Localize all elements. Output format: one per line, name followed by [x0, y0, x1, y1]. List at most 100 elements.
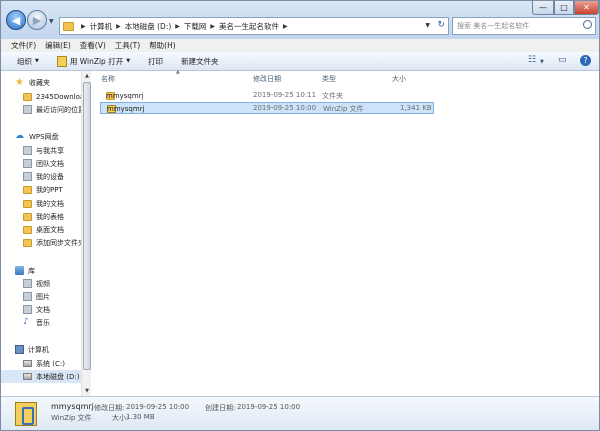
menu-tools[interactable]: 工具(T)	[115, 40, 140, 51]
navigation-scrollbar[interactable]: ▲ ▼	[81, 71, 91, 396]
preview-pane-icon[interactable]: ▭	[558, 55, 567, 65]
details-size-value: 1.30 MB	[126, 413, 155, 421]
details-modified-value: 2019-09-25 10:00	[126, 403, 190, 411]
sidebar-item-label: 系统 (C:)	[36, 359, 65, 368]
refresh-icon[interactable]: ↻	[437, 20, 445, 30]
folder-icon	[23, 212, 32, 221]
sidebar-item-my-ppt[interactable]: 我的PPT	[23, 183, 63, 196]
sidebar-item-documents[interactable]: 文档	[23, 303, 50, 316]
address-bar[interactable]: ▶ 计算机 ▶ 本地磁盘 (D:) ▶ 下载网 ▶ 美名一生起名软件 ▶ ▼ ↻	[59, 17, 449, 35]
breadcrumb-separator-icon[interactable]: ▶	[116, 23, 121, 30]
breadcrumb-computer[interactable]: 计算机	[90, 21, 113, 32]
team-icon	[23, 159, 32, 168]
breadcrumb-separator-icon[interactable]: ▶	[283, 23, 288, 30]
sidebar-item-my-documents[interactable]: 我的文档	[23, 197, 64, 210]
column-date-modified[interactable]: 修改日期	[253, 74, 281, 84]
sidebar-item-label: 最近访问的位置	[36, 105, 85, 114]
column-type[interactable]: 类型	[322, 74, 336, 84]
file-type: WinZip 文件	[323, 105, 364, 113]
column-size[interactable]: 大小	[392, 74, 406, 84]
help-icon[interactable]: ?	[580, 55, 591, 66]
back-arrow-icon: ◀	[11, 13, 21, 27]
file-row-selected[interactable]: mmysqmrj 2019-09-25 10:00 WinZip 文件 1,34…	[100, 102, 434, 114]
minimize-button[interactable]: —	[532, 1, 554, 15]
menu-edit[interactable]: 编辑(E)	[45, 40, 71, 51]
sidebar-item-favorites[interactable]: ★ 收藏夹	[15, 76, 50, 89]
column-headers: ▲ 名称 修改日期 类型 大小	[92, 69, 599, 85]
breadcrumb-separator-icon[interactable]: ▶	[81, 23, 86, 30]
sidebar-item-label: 视频	[36, 279, 50, 288]
view-options-icon[interactable]: ☷	[528, 55, 536, 65]
drive-icon	[23, 360, 32, 367]
scroll-down-icon[interactable]: ▼	[82, 386, 92, 396]
sidebar-item-label: 与我共享	[36, 146, 64, 155]
explorer-window: ◀ ▶ ▼ ▶ 计算机 ▶ 本地磁盘 (D:) ▶ 下载网 ▶ 美名一生起名软件 ▶ ▼…	[0, 0, 600, 431]
sidebar-item-pictures[interactable]: 图片	[23, 290, 50, 303]
sidebar-item-drive-c[interactable]: 系统 (C:)	[23, 357, 65, 370]
file-row[interactable]: mmysqmrj 2019-09-25 10:11 文件夹	[100, 90, 434, 102]
details-file-type: WinZip 文件	[51, 414, 92, 422]
back-button[interactable]: ◀	[6, 10, 26, 30]
breadcrumb-separator-icon[interactable]: ▶	[210, 23, 215, 30]
menu-view[interactable]: 查看(V)	[80, 40, 106, 51]
search-icon[interactable]	[583, 20, 592, 29]
computer-icon	[15, 345, 24, 354]
sidebar-item-libraries[interactable]: 库	[15, 264, 35, 277]
breadcrumb-current-folder[interactable]: 美名一生起名软件	[219, 21, 279, 32]
sidebar-item-drive-d[interactable]: 本地磁盘 (D:)	[1, 370, 81, 383]
scroll-up-icon[interactable]: ▲	[82, 71, 92, 81]
menu-file[interactable]: 文件(F)	[11, 40, 36, 51]
cloud-icon: ☁	[15, 131, 24, 141]
navigation-pane: ★ 收藏夹 2345Downloa 最近访问的位置 ☁ WPS网盘 与我共享 团队文…	[1, 71, 91, 396]
breadcrumb-separator-icon[interactable]: ▶	[175, 23, 180, 30]
sidebar-item-wps-cloud[interactable]: ☁ WPS网盘	[15, 130, 59, 143]
sidebar-item-label: 我的PPT	[36, 185, 63, 194]
organize-label: 组织	[17, 56, 32, 66]
forward-button[interactable]: ▶	[27, 10, 47, 30]
sidebar-item-label: 库	[28, 266, 35, 275]
dropdown-icon: ▼	[126, 58, 131, 64]
menu-help[interactable]: 帮助(H)	[149, 40, 176, 51]
sidebar-item-add-sync-folder[interactable]: 添加同步文件夹	[23, 236, 85, 249]
star-icon: ★	[15, 77, 24, 88]
organize-button[interactable]: 组织 ▼	[17, 56, 39, 67]
picture-icon	[23, 292, 32, 301]
scrollbar-thumb[interactable]	[83, 82, 91, 370]
sidebar-item-computer[interactable]: 计算机	[15, 343, 49, 356]
sidebar-item-2345downloads[interactable]: 2345Downloa	[23, 90, 84, 103]
details-created-label: 创建日期:	[205, 404, 236, 412]
file-type: 文件夹	[322, 92, 343, 100]
address-dropdown-icon[interactable]: ▼	[425, 22, 430, 29]
folder-icon	[63, 21, 74, 31]
sidebar-item-label: 收藏夹	[29, 78, 50, 87]
sidebar-item-music[interactable]: ♪ 音乐	[23, 316, 50, 329]
sidebar-item-recent[interactable]: 最近访问的位置	[23, 103, 85, 116]
print-button[interactable]: 打印	[148, 56, 163, 67]
command-bar: 组织 ▼ 用 WinZip 打开 ▼ 打印 新建文件夹 ☷ ▼ ▭ ?	[1, 52, 599, 71]
breadcrumb-drive-d[interactable]: 本地磁盘 (D:)	[125, 21, 172, 32]
sidebar-item-label: 我的文档	[36, 199, 64, 208]
sidebar-item-shared-with-me[interactable]: 与我共享	[23, 144, 64, 157]
search-input[interactable]: 搜索 美名一生起名软件	[452, 17, 596, 35]
sidebar-item-label: 2345Downloa	[36, 92, 85, 101]
recent-icon	[23, 105, 32, 114]
sidebar-item-videos[interactable]: 视频	[23, 277, 50, 290]
open-with-winzip-button[interactable]: 用 WinZip 打开 ▼	[56, 55, 131, 67]
recent-pages-dropdown-icon[interactable]: ▼	[49, 18, 54, 25]
print-label: 打印	[148, 56, 164, 66]
sidebar-item-label: WPS网盘	[29, 132, 59, 141]
view-dropdown-icon[interactable]: ▼	[540, 59, 544, 65]
sidebar-item-label: 团队文档	[36, 159, 64, 168]
close-button[interactable]: ✕	[574, 1, 599, 15]
new-folder-button[interactable]: 新建文件夹	[181, 56, 219, 67]
breadcrumb-download[interactable]: 下载网	[184, 21, 207, 32]
maximize-button[interactable]: □	[554, 1, 574, 15]
details-created-value: 2019-09-25 10:00	[237, 403, 301, 411]
sidebar-item-desktop-docs[interactable]: 桌面文档	[23, 223, 64, 236]
column-name[interactable]: 名称	[101, 74, 115, 84]
sidebar-item-label: 添加同步文件夹	[36, 238, 85, 247]
sidebar-item-my-devices[interactable]: 我的设备	[23, 170, 64, 183]
sidebar-item-team-docs[interactable]: 团队文档	[23, 157, 64, 170]
library-icon	[15, 266, 24, 275]
sidebar-item-my-sheets[interactable]: 我的表格	[23, 210, 64, 223]
